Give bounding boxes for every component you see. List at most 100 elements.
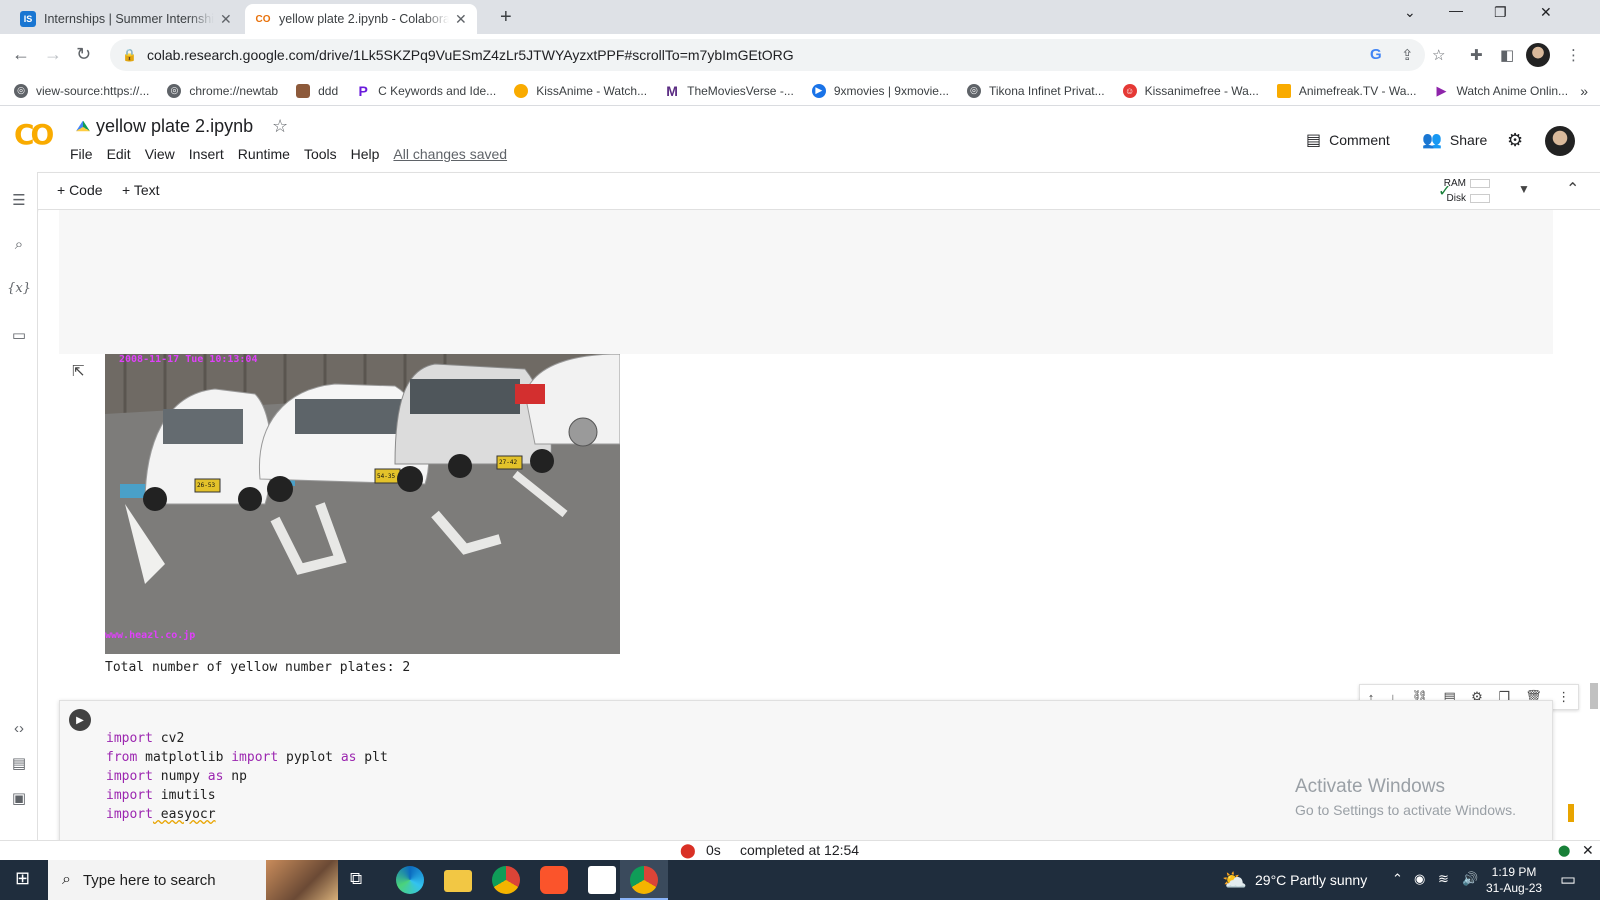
tray-chevron-icon[interactable]: ⌃: [1392, 871, 1403, 887]
profile-avatar[interactable]: [1526, 43, 1550, 67]
completion-status[interactable]: completed at 12:54: [740, 842, 859, 858]
comment-button[interactable]: ▤ Comment: [1306, 130, 1390, 150]
activate-windows-watermark: Activate Windows Go to Settings to activ…: [1295, 776, 1516, 818]
share-page-icon[interactable]: ⇪: [1401, 46, 1414, 64]
bookmark-item[interactable]: M TheMoviesVerse -...: [665, 82, 794, 99]
microsoft-store-icon[interactable]: [588, 866, 616, 894]
more-bookmarks-icon[interactable]: »: [1580, 83, 1588, 99]
bookmark-item[interactable]: PC Keywords and Ide...: [356, 83, 496, 99]
runtime-dropdown-icon[interactable]: ▼: [1518, 182, 1530, 196]
scrollbar-thumb[interactable]: [1590, 683, 1598, 709]
files-folder-icon[interactable]: ▭: [0, 326, 38, 344]
bookmark-item[interactable]: KissAnime - Watch...: [514, 83, 647, 98]
close-tab-icon[interactable]: ✕: [220, 11, 232, 28]
taskbar-clock[interactable]: 1:19 PM 31-Aug-23: [1486, 864, 1542, 896]
add-text-button[interactable]: + Text: [122, 182, 160, 198]
bookmark-item[interactable]: ◎ Tikona Infinet Privat...: [966, 83, 1105, 98]
share-button[interactable]: 👥 Share: [1422, 130, 1487, 150]
image-favicon-icon: [296, 83, 311, 98]
menu-file[interactable]: File: [70, 146, 93, 162]
back-icon[interactable]: ←: [12, 44, 30, 65]
star-notebook-icon[interactable]: ☆: [272, 116, 288, 137]
terminal-icon[interactable]: ▣: [0, 789, 38, 807]
colab-favicon-icon: CO: [255, 13, 271, 25]
chrome-menu-icon[interactable]: ⋮: [1566, 46, 1581, 64]
meet-now-icon[interactable]: ◉: [1414, 871, 1425, 887]
table-of-contents-icon[interactable]: ☰: [0, 191, 38, 209]
chrome-icon[interactable]: [492, 866, 520, 894]
google-lens-icon[interactable]: G: [1370, 46, 1382, 63]
forward-icon[interactable]: →: [44, 44, 62, 65]
notifications-icon[interactable]: ▭: [1560, 870, 1576, 890]
menu-insert[interactable]: Insert: [189, 146, 224, 162]
side-panel-icon[interactable]: ◧: [1500, 46, 1514, 64]
bookmarks-bar: ◎ view-source:https://... ◎ chrome://newta…: [0, 76, 1600, 106]
code-snippets-icon[interactable]: ‹›: [0, 720, 38, 737]
taskbar-search-box[interactable]: ⌕ Type here to search: [48, 860, 338, 900]
wifi-icon[interactable]: ≋: [1438, 871, 1449, 887]
menu-edit[interactable]: Edit: [107, 146, 131, 162]
search-icon: ⌕: [62, 871, 71, 888]
menu-runtime[interactable]: Runtime: [238, 146, 290, 162]
extensions-icon[interactable]: ✚: [1470, 46, 1483, 64]
edge-icon[interactable]: [396, 866, 424, 894]
new-tab-icon[interactable]: +: [500, 6, 512, 29]
m-favicon-icon: M: [666, 82, 678, 99]
output-actions-icon[interactable]: ⇱: [72, 362, 85, 380]
command-palette-icon[interactable]: ▤: [0, 754, 38, 772]
colab-header: CO yellow plate 2.ipynb ☆ File Edit View…: [0, 106, 1600, 172]
restore-icon[interactable]: ❐: [1494, 4, 1507, 21]
code-editor[interactable]: import cv2 from matplotlib import pyplot …: [106, 729, 388, 824]
browser-tab-strip: IS Internships | Summer Internship 2023 …: [0, 0, 1600, 34]
file-explorer-icon[interactable]: [444, 870, 472, 892]
bookmark-item[interactable]: ◎ chrome://newtab: [167, 83, 278, 98]
weather-text[interactable]: 29°C Partly sunny: [1255, 872, 1367, 888]
code-cell[interactable]: ▶ import cv2 from matplotlib import pyplo…: [59, 700, 1553, 840]
bookmark-item[interactable]: ◎ view-source:https://...: [14, 83, 149, 98]
tab-colab[interactable]: CO yellow plate 2.ipynb - Colaboratory ✕: [245, 4, 477, 34]
bookmark-item[interactable]: Animefreak.TV - Wa...: [1276, 83, 1416, 98]
weather-icon: ⛅: [1222, 870, 1247, 892]
bookmark-item[interactable]: ddd: [296, 83, 338, 98]
close-tab-icon[interactable]: ✕: [455, 11, 467, 28]
kissanime-favicon-icon: [514, 83, 529, 98]
notebook-title[interactable]: yellow plate 2.ipynb: [76, 116, 253, 137]
bookmark-item[interactable]: ▶ Watch Anime Onlin...: [1434, 83, 1568, 98]
collapse-header-icon[interactable]: ⌃: [1566, 179, 1579, 199]
chrome-profile-icon[interactable]: [630, 866, 658, 894]
tab-search-chevron-icon[interactable]: ⌄: [1404, 4, 1416, 21]
close-window-icon[interactable]: ✕: [1540, 4, 1552, 21]
bookmark-item[interactable]: ▶ 9xmovies | 9xmovie...: [811, 83, 949, 98]
menu-view[interactable]: View: [145, 146, 175, 162]
variables-icon[interactable]: {x}: [0, 281, 38, 296]
menu-help[interactable]: Help: [351, 146, 380, 162]
close-status-icon[interactable]: ✕: [1582, 842, 1594, 859]
brave-icon[interactable]: [540, 866, 568, 894]
code-line: from matplotlib import pyplot as plt: [106, 750, 388, 765]
add-code-button[interactable]: + Code: [57, 182, 103, 198]
search-icon[interactable]: ⌕: [0, 236, 38, 253]
minimize-icon[interactable]: —: [1449, 2, 1463, 18]
previous-code-cell[interactable]: [59, 210, 1553, 354]
address-bar[interactable]: 🔒 colab.research.google.com/drive/1Lk5SK…: [110, 39, 1425, 71]
code-line: import easyocr: [106, 807, 216, 822]
save-status-link[interactable]: All changes saved: [393, 146, 507, 162]
menu-tools[interactable]: Tools: [304, 146, 337, 162]
tab-internships[interactable]: IS Internships | Summer Internship 2023 …: [10, 4, 242, 34]
volume-icon[interactable]: 🔊: [1462, 871, 1478, 887]
resource-meter[interactable]: RAM Disk: [1444, 176, 1490, 206]
code-line: import numpy as np: [106, 769, 247, 784]
colab-logo-icon[interactable]: CO: [14, 118, 54, 151]
task-view-icon[interactable]: ⧉: [350, 869, 362, 889]
code-line: import cv2: [106, 731, 185, 746]
globe-icon: ◎: [167, 83, 182, 98]
reload-icon[interactable]: ↻: [76, 44, 91, 65]
settings-gear-icon[interactable]: ⚙: [1507, 130, 1523, 151]
windows-start-icon[interactable]: ⊞: [15, 868, 30, 889]
colab-user-avatar[interactable]: [1545, 126, 1575, 156]
url-text: colab.research.google.com/drive/1Lk5SKZP…: [146, 47, 794, 63]
run-cell-button[interactable]: ▶: [69, 709, 91, 731]
bookmark-star-icon[interactable]: ☆: [1432, 46, 1445, 64]
more-cell-actions-icon[interactable]: ⋮: [1557, 689, 1570, 705]
bookmark-item[interactable]: ☺ Kissanimefree - Wa...: [1122, 83, 1259, 98]
